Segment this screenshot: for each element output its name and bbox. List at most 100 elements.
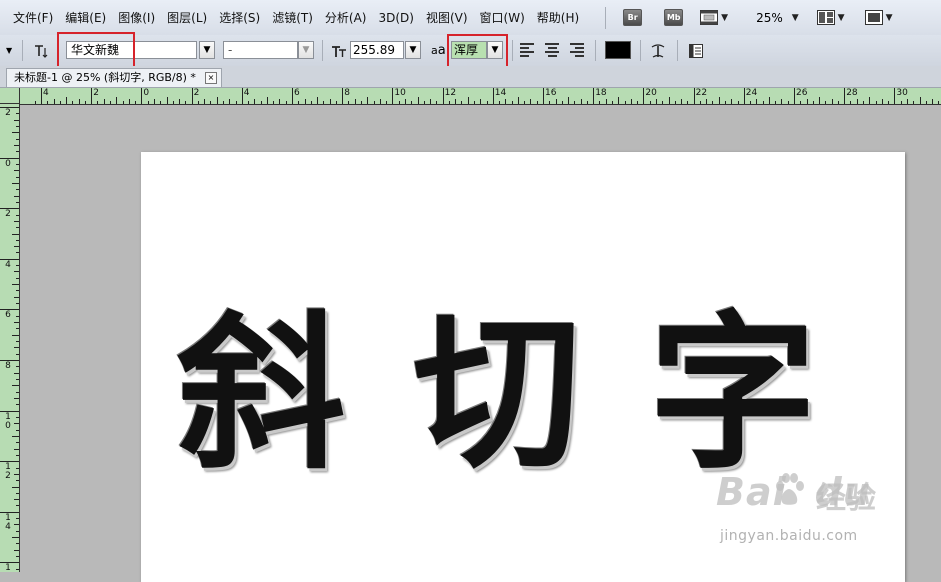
ruler-tick: [97, 101, 98, 104]
ruler-tick: [524, 101, 525, 104]
ruler-tick: [35, 101, 36, 104]
menu-view[interactable]: 视图(V): [420, 9, 474, 26]
zoom-level[interactable]: 25%: [756, 11, 783, 25]
ruler-tick: [192, 88, 193, 104]
align-center-icon[interactable]: [545, 43, 561, 57]
font-style-field[interactable]: -: [223, 41, 298, 59]
ruler-tick: [807, 99, 808, 104]
character-panel-button[interactable]: [688, 35, 704, 66]
ruler-label: 12: [444, 88, 457, 98]
menu-help[interactable]: 帮助(H): [531, 9, 585, 26]
ruler-tick: [14, 145, 19, 146]
menu-image[interactable]: 图像(I): [112, 9, 161, 26]
font-style-dropdown[interactable]: ▼: [298, 41, 314, 59]
ruler-tick: [14, 170, 19, 171]
ruler-tick: [530, 99, 531, 104]
ruler-tick: [16, 480, 19, 481]
mini-bridge-button[interactable]: Mb: [664, 9, 684, 26]
toggle-text-orientation-button[interactable]: [33, 35, 49, 66]
align-left-icon[interactable]: [520, 43, 536, 57]
text-color-swatch[interactable]: [605, 41, 631, 59]
ruler-tick: [819, 97, 820, 104]
paw-logo-icon: [776, 473, 804, 505]
options-separator: [22, 40, 23, 61]
ruler-tick: [869, 97, 870, 104]
ruler-tick: [769, 97, 770, 104]
ruler-label: 22: [695, 88, 708, 98]
align-right-icon[interactable]: [570, 43, 586, 57]
menu-analysis[interactable]: 分析(A): [319, 9, 373, 26]
menu-file[interactable]: 文件(F): [0, 9, 59, 26]
ruler-tick: [279, 99, 280, 104]
ruler-tick: [41, 88, 42, 104]
menu-select[interactable]: 选择(S): [213, 9, 266, 26]
ruler-tick: [436, 101, 437, 104]
ruler-tick: [72, 101, 73, 104]
ruler-label: 2: [5, 209, 11, 220]
ruler-tick: [367, 97, 368, 104]
ruler-tick: [568, 97, 569, 104]
menu-layer[interactable]: 图层(L): [161, 9, 213, 26]
menu-separator: [605, 6, 607, 29]
ruler-tick: [0, 360, 19, 361]
options-separator: [677, 40, 678, 61]
ruler-tick: [16, 189, 19, 190]
font-size-field[interactable]: 255.89 点: [350, 41, 404, 59]
ruler-tick: [16, 366, 19, 367]
options-separator: [595, 40, 596, 61]
ruler-tick: [14, 398, 19, 399]
chevron-down-icon: ▼: [302, 45, 310, 55]
tool-preset-picker[interactable]: ▼: [6, 35, 12, 66]
ruler-label: 1 4: [5, 512, 11, 532]
antialias-icon: aa: [431, 35, 446, 66]
arrange-documents-button[interactable]: ▼: [816, 10, 845, 25]
ruler-origin[interactable]: [0, 88, 20, 104]
ruler-tick: [386, 101, 387, 104]
ruler-tick: [135, 101, 136, 104]
menu-3d[interactable]: 3D(D): [372, 11, 419, 25]
ruler-tick: [198, 101, 199, 104]
font-family-dropdown[interactable]: ▼: [199, 41, 215, 59]
close-icon[interactable]: ×: [205, 72, 217, 84]
ruler-tick: [480, 99, 481, 104]
ruler-tick: [499, 101, 500, 104]
ruler-tick: [79, 99, 80, 104]
ruler-tick: [606, 99, 607, 104]
menu-bar: 文件(F) 编辑(E) 图像(I) 图层(L) 选择(S) 滤镜(T) 分析(A…: [0, 0, 941, 36]
zoom-dropdown-icon[interactable]: ▼: [792, 13, 799, 23]
ruler-tick: [669, 97, 670, 104]
ruler-label: 1 0: [5, 411, 11, 431]
menu-edit[interactable]: 编辑(E): [59, 9, 112, 26]
ruler-tick: [0, 259, 19, 260]
ruler-tick: [16, 290, 19, 291]
view-extras-button[interactable]: ▼: [700, 10, 728, 25]
ruler-tick: [16, 177, 19, 178]
ruler-label: 4: [5, 259, 11, 270]
ruler-tick: [16, 468, 19, 469]
baidu-watermark: Bai du 经验 jingyan.baidu.com: [716, 470, 916, 570]
bridge-button[interactable]: Br: [623, 9, 643, 26]
ruler-tick: [14, 246, 19, 247]
ruler-tick: [210, 101, 211, 104]
warp-text-button[interactable]: [649, 35, 667, 66]
ruler-tick: [47, 101, 48, 104]
vertical-ruler[interactable]: 2 0 2 4 6 8 1 0 1 2 1 4 1 6: [0, 104, 20, 572]
ruler-tick: [449, 101, 450, 104]
ruler-tick: [16, 265, 19, 266]
ruler-tick: [330, 99, 331, 104]
horizontal-ruler[interactable]: 4 2 0 2 4 6 8 10 12 14 16 18 20 22 24 26 28 30: [20, 88, 941, 105]
document-tab[interactable]: 未标题-1 @ 25% (斜切字, RGB/8) * ×: [6, 68, 222, 87]
screen-mode-button[interactable]: ▼: [864, 10, 893, 25]
ruler-tick: [399, 101, 400, 104]
ruler-tick: [204, 99, 205, 104]
font-size-icon: [331, 35, 347, 66]
tool-options-bar: ▼ 华文新魏 ▼ - ▼ 255.89 点 ▼ aa 浑厚 ▼: [0, 32, 941, 72]
text-layer[interactable]: 斜切字: [177, 294, 885, 494]
chevron-down-icon: ▼: [837, 12, 845, 23]
ruler-label: 16: [545, 88, 557, 98]
ruler-tick: [91, 88, 92, 104]
menu-filter[interactable]: 滤镜(T): [266, 9, 319, 26]
font-size-dropdown[interactable]: ▼: [405, 41, 421, 59]
menu-window[interactable]: 窗口(W): [474, 9, 531, 26]
ruler-tick: [876, 101, 877, 104]
